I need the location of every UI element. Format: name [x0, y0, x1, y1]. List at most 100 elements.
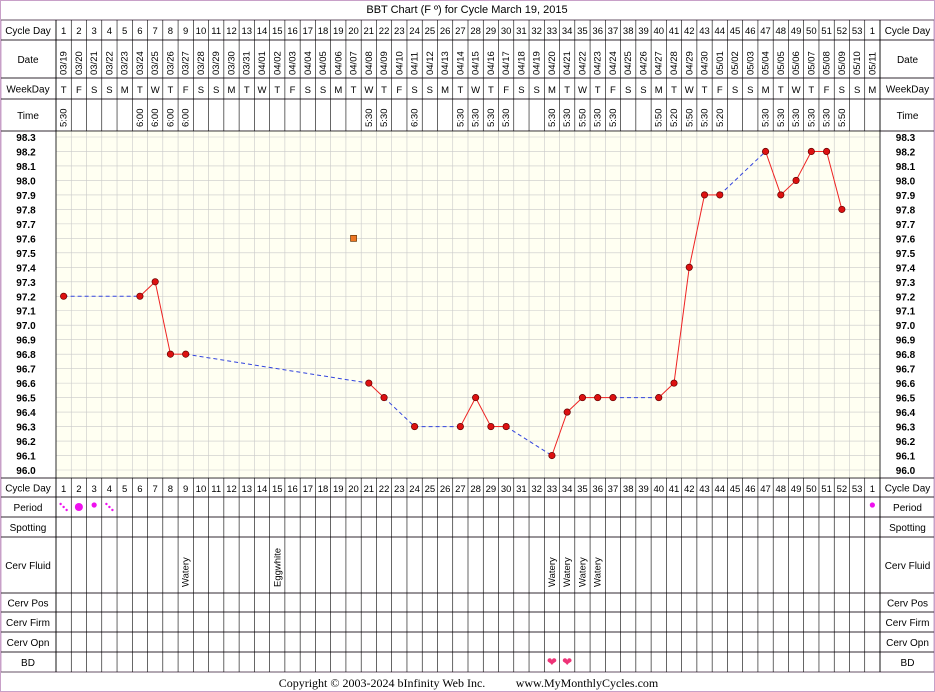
y-tick-label-right: 96.1	[896, 452, 916, 463]
footer-copyright: Copyright © 2003-2024 bInfinity Web Inc.	[279, 676, 486, 690]
weekday-cell: T	[351, 85, 357, 96]
cycle-day-cell: 47	[760, 484, 771, 495]
date-cell: 04/30	[700, 51, 711, 75]
y-tick-label-right: 96.5	[896, 394, 916, 405]
temp-point	[685, 263, 693, 271]
excluded-temp-point	[350, 234, 357, 242]
y-tick-label-left: 96.5	[16, 394, 36, 405]
cycle-day-cell: 52	[837, 26, 848, 37]
cycle-day-cell: 13	[241, 26, 252, 37]
cycle-day-cell: 36	[592, 484, 603, 495]
row-label-left: Cycle Day	[5, 484, 51, 495]
weekday-cell: W	[578, 85, 587, 96]
bbt-chart: BBT Chart (F º) for Cycle March 19, 2015…	[0, 0, 935, 692]
cycle-day-cell: 10	[196, 484, 207, 495]
y-tick-label-right: 97.9	[896, 191, 916, 202]
row-label-right: Cerv Pos	[887, 599, 928, 610]
cycle-day-cell: 28	[470, 26, 481, 37]
cycle-day-cell: 6	[137, 484, 142, 495]
temp-point	[762, 147, 770, 156]
weekday-cell: T	[244, 85, 250, 96]
date-cell: 03/21	[89, 51, 100, 75]
time-cell: 5:30	[471, 109, 482, 128]
cycle-day-cell: 31	[516, 484, 527, 495]
cycle-day-cell: 12	[226, 484, 237, 495]
time-cell: 5:50	[684, 109, 695, 128]
cycle-day-cell: 38	[623, 484, 634, 495]
y-tick-label-right: 96.8	[896, 350, 916, 361]
cycle-day-cell: 26	[440, 26, 451, 37]
cycle-day-cell: 48	[776, 484, 787, 495]
cycle-day-cell: 45	[730, 26, 741, 37]
row-label-right: Date	[897, 55, 919, 66]
temp-point	[502, 423, 510, 431]
y-tick-label-left: 97.3	[16, 278, 36, 289]
cycle-day-cell: 15	[272, 26, 283, 37]
weekday-cell: W	[151, 85, 160, 96]
cycle-day-cell: 13	[241, 484, 252, 495]
date-cell: 03/31	[242, 51, 253, 75]
cycle-day-cell: 16	[287, 484, 298, 495]
date-cell: 04/01	[257, 51, 268, 75]
cycle-day-cell: 1	[870, 484, 875, 495]
weekday-cell: T	[381, 85, 387, 96]
cycle-day-cell: 34	[562, 26, 573, 37]
date-cell: 04/11	[410, 52, 421, 75]
weekday-cell: T	[168, 85, 174, 96]
date-cell: 03/22	[104, 51, 115, 75]
cycle-day-cell: 11	[211, 26, 221, 37]
cycle-day-cell: 21	[364, 484, 375, 495]
row-label-right: BD	[901, 658, 915, 669]
weekday-cell: T	[457, 85, 463, 96]
cycle-day-cell: 35	[577, 484, 588, 495]
period-heavy-icon	[74, 503, 83, 511]
row-label-right: Cerv Fluid	[885, 561, 931, 572]
date-cell: 04/26	[638, 51, 649, 75]
y-tick-label-left: 97.4	[16, 263, 36, 274]
time-cell: 5:30	[562, 109, 573, 128]
cycle-day-cell: 34	[562, 484, 573, 495]
date-cell: 05/08	[822, 51, 833, 75]
cycle-day-cell: 37	[608, 484, 619, 495]
date-cell: 04/02	[272, 51, 283, 75]
time-cell: 6:00	[165, 109, 176, 128]
date-cell: 04/13	[440, 51, 451, 75]
temp-point	[823, 147, 831, 156]
date-cell: 04/24	[608, 51, 619, 75]
time-cell: 5:30	[486, 108, 497, 127]
date-cell: 03/20	[74, 51, 85, 75]
weekday-cell: M	[868, 85, 876, 96]
cycle-day-cell: 29	[486, 26, 497, 37]
temp-point	[380, 394, 388, 402]
temp-point	[456, 423, 464, 431]
temp-point	[365, 379, 373, 387]
cycle-day-cell: 7	[153, 484, 158, 495]
weekday-cell: T	[671, 85, 677, 96]
cycle-day-cell: 7	[153, 26, 158, 37]
cycle-day-cell: 50	[806, 484, 817, 495]
temp-point	[807, 147, 815, 156]
cycle-day-cell: 23	[394, 26, 405, 37]
period-medium-icon	[91, 502, 97, 508]
cycle-day-cell: 30	[501, 484, 512, 495]
row-label-left: WeekDay	[6, 85, 49, 96]
temp-point	[838, 205, 846, 213]
cycle-day-cell: 35	[577, 26, 588, 37]
y-tick-label-right: 96.4	[896, 408, 916, 419]
cycle-day-cell: 21	[364, 26, 375, 37]
cycle-day-cell: 26	[440, 484, 451, 495]
y-tick-label-left: 96.2	[16, 437, 36, 448]
time-cell: 5:30	[761, 109, 772, 128]
cycle-day-cell: 11	[211, 484, 221, 495]
time-cell: 5:30	[608, 109, 619, 128]
cycle-day-cell: 37	[608, 26, 619, 37]
weekday-cell: T	[702, 85, 708, 96]
time-cell: 5:30	[547, 109, 558, 128]
row-band	[0, 516, 935, 538]
cycle-day-cell: 10	[196, 26, 207, 37]
date-cell: 04/25	[623, 51, 634, 75]
cycle-day-cell: 9	[183, 26, 188, 37]
cycle-day-cell: 28	[470, 484, 481, 495]
cycle-day-cell: 16	[287, 26, 298, 37]
date-cell: 03/23	[120, 51, 131, 75]
